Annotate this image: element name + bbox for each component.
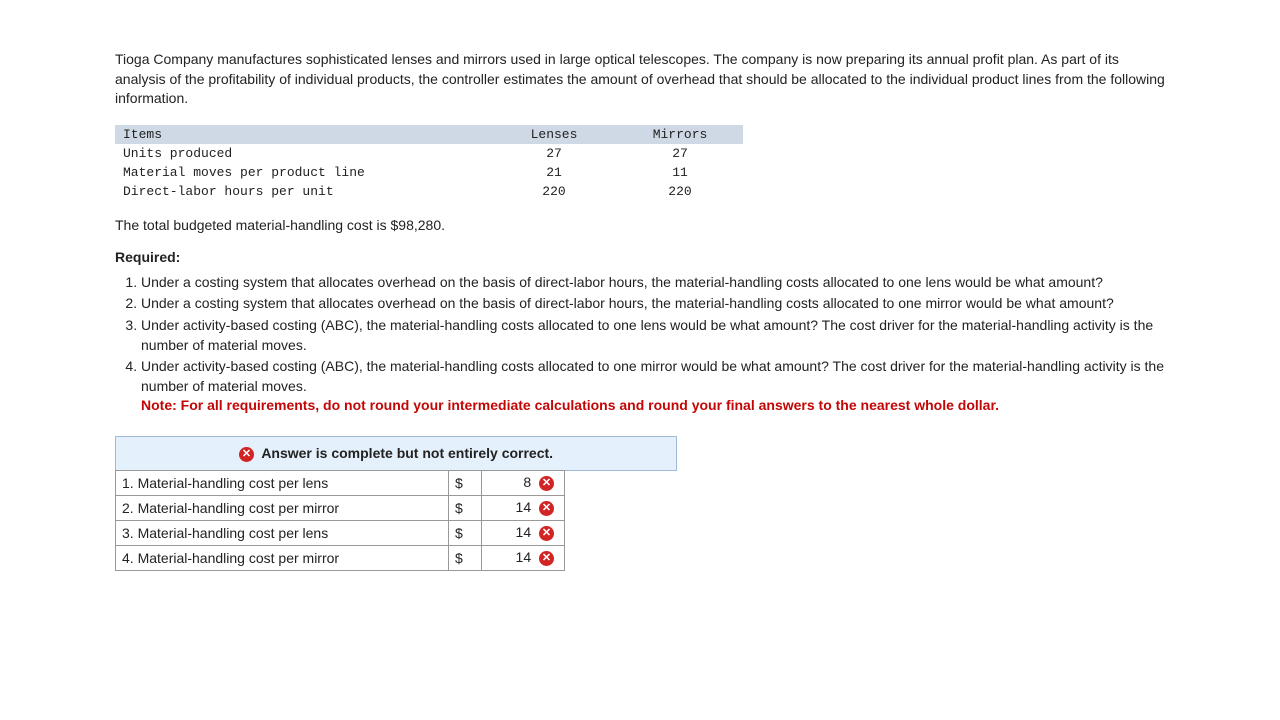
- col-lenses: Lenses: [491, 125, 617, 144]
- wrong-icon: ✕: [539, 476, 554, 491]
- answers-table: 1. Material-handling cost per lens $ 8 ✕…: [115, 470, 677, 571]
- answer-label: 3. Material-handling cost per lens: [116, 520, 449, 545]
- row-label: Direct-labor hours per unit: [115, 182, 491, 201]
- answer-row: 1. Material-handling cost per lens $ 8 ✕: [116, 470, 677, 495]
- intro-text: Tioga Company manufactures sophisticated…: [115, 50, 1165, 109]
- currency: $: [449, 520, 482, 545]
- answer-row: 3. Material-handling cost per lens $ 14 …: [116, 520, 677, 545]
- answer-row: 2. Material-handling cost per mirror $ 1…: [116, 495, 677, 520]
- required-label: Required:: [115, 249, 1165, 265]
- error-icon: ✕: [239, 447, 254, 462]
- row-val: 220: [617, 182, 743, 201]
- wrong-icon: ✕: [539, 526, 554, 541]
- currency: $: [449, 470, 482, 495]
- question-3: Under activity-based costing (ABC), the …: [141, 316, 1165, 355]
- table-row: Material moves per product line 21 11: [115, 163, 743, 182]
- answer-input[interactable]: 14 ✕: [482, 545, 565, 570]
- answer-value: 8: [523, 474, 531, 490]
- answer-label: 1. Material-handling cost per lens: [116, 470, 449, 495]
- question-4-text: Under activity-based costing (ABC), the …: [141, 358, 1164, 394]
- answer-label: 2. Material-handling cost per mirror: [116, 495, 449, 520]
- answer-label: 4. Material-handling cost per mirror: [116, 545, 449, 570]
- data-table: Items Lenses Mirrors Units produced 27 2…: [115, 125, 743, 201]
- answer-input[interactable]: 14 ✕: [482, 495, 565, 520]
- feedback-banner: ✕ Answer is complete but not entirely co…: [115, 436, 677, 471]
- row-val: 21: [491, 163, 617, 182]
- answer-input[interactable]: 8 ✕: [482, 470, 565, 495]
- note-text: Note: For all requirements, do not round…: [141, 397, 999, 413]
- currency: $: [449, 545, 482, 570]
- budgeted-text: The total budgeted material-handling cos…: [115, 217, 1165, 233]
- row-val: 27: [617, 144, 743, 163]
- answer-row: 4. Material-handling cost per mirror $ 1…: [116, 545, 677, 570]
- row-val: 27: [491, 144, 617, 163]
- question-1: Under a costing system that allocates ov…: [141, 273, 1165, 293]
- row-label: Material moves per product line: [115, 163, 491, 182]
- row-val: 11: [617, 163, 743, 182]
- currency: $: [449, 495, 482, 520]
- table-row: Units produced 27 27: [115, 144, 743, 163]
- questions-list: Under a costing system that allocates ov…: [115, 273, 1165, 416]
- wrong-icon: ✕: [539, 501, 554, 516]
- row-val: 220: [491, 182, 617, 201]
- answer-value: 14: [516, 524, 532, 540]
- col-items: Items: [115, 125, 491, 144]
- wrong-icon: ✕: [539, 551, 554, 566]
- col-mirrors: Mirrors: [617, 125, 743, 144]
- question-2: Under a costing system that allocates ov…: [141, 294, 1165, 314]
- feedback-text: Answer is complete but not entirely corr…: [261, 445, 553, 461]
- question-4: Under activity-based costing (ABC), the …: [141, 357, 1165, 416]
- answer-value: 14: [516, 499, 532, 515]
- answer-input[interactable]: 14 ✕: [482, 520, 565, 545]
- row-label: Units produced: [115, 144, 491, 163]
- answer-value: 14: [516, 549, 532, 565]
- table-row: Direct-labor hours per unit 220 220: [115, 182, 743, 201]
